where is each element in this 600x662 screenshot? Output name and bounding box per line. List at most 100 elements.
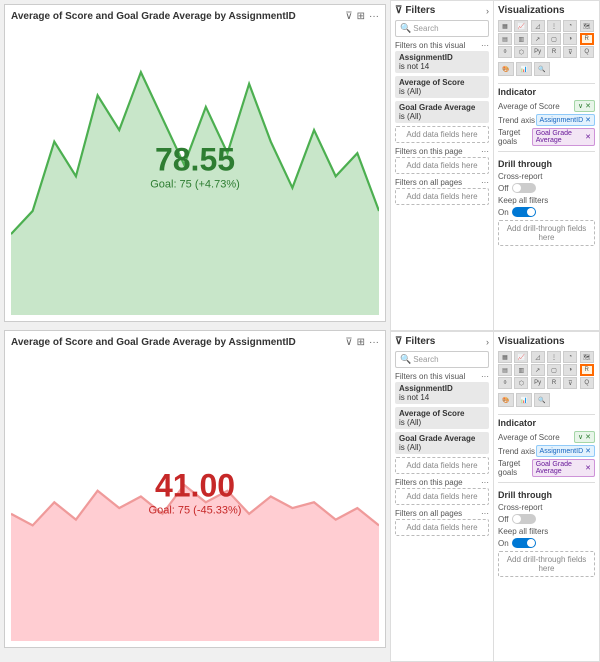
viz-analytics-icon-b[interactable]: 📊 (516, 393, 532, 407)
viz-icon-custom1[interactable]: ⬡ (514, 46, 528, 58)
viz-icon-custom1-b[interactable]: ⬡ (514, 377, 528, 389)
toggle-row-keep-top: On (498, 207, 595, 217)
field2-value-top[interactable]: AssignmentID ✕ (536, 114, 595, 126)
viz-field-row-2-top: Trend axis AssignmentID ✕ (498, 114, 595, 126)
filter-2-name-top: Average of Score (399, 78, 485, 87)
filters-on-page-label-bottom: Filters on this page ··· (395, 478, 489, 487)
expand-filters-icon-b[interactable]: › (486, 337, 489, 347)
viz-icon-custom3-b[interactable]: R (547, 377, 561, 389)
filter-item-2-top[interactable]: Average of Score is (All) (395, 76, 489, 98)
filters-header-icons-bottom: › (486, 337, 489, 347)
expand-icon-b[interactable]: ⊞ (357, 337, 365, 348)
viz-icon-matrix[interactable]: ▥ (514, 33, 528, 45)
expand-icon[interactable]: ⊞ (357, 11, 365, 22)
add-data-btn-3-bottom[interactable]: Add data fields here (395, 519, 489, 536)
add-data-btn-2-bottom[interactable]: Add data fields here (395, 488, 489, 505)
viz-icon-filter-icon[interactable]: ⊽ (563, 46, 577, 58)
filter-3-name-top: Goal Grade Average (399, 103, 485, 112)
viz-icon-bar[interactable]: ▦ (498, 20, 512, 32)
viz-icon-pie-b[interactable]: ◔ (563, 351, 577, 363)
filter-item-2-bottom[interactable]: Average of Score is (All) (395, 407, 489, 429)
viz-icon-bar-b[interactable]: ▦ (498, 351, 512, 363)
field2-label-bottom: Trend axis (498, 447, 535, 456)
viz-icon-area[interactable]: ◿ (531, 20, 545, 32)
cross-report-toggle-bottom[interactable] (512, 514, 536, 524)
viz-divider-top (498, 83, 595, 84)
field2-value-bottom[interactable]: AssignmentID ✕ (536, 445, 595, 457)
viz-icon-pie[interactable]: ◔ (563, 20, 577, 32)
viz-icon-qa[interactable]: Q (580, 46, 594, 58)
keep-filters-toggle-bottom[interactable] (512, 538, 536, 548)
cross-report-toggle-top[interactable] (512, 183, 536, 193)
viz-search-icon[interactable]: 🔍 (534, 62, 550, 76)
viz-icon-funnel-b[interactable]: ⌽ (498, 377, 512, 389)
viz-format-icon[interactable]: 🎨 (498, 62, 514, 76)
filter-3-name-bottom: Goal Grade Average (399, 434, 485, 443)
viz-icon-table-b[interactable]: ▤ (498, 364, 512, 376)
chart-top-header: Average of Score and Goal Grade Average … (11, 11, 379, 22)
viz-icon-matrix-b[interactable]: ▥ (514, 364, 528, 376)
filters-on-all-label-bottom: Filters on all pages ··· (395, 509, 489, 518)
filter-icon-b[interactable]: ⊽ (345, 337, 352, 348)
viz-icon-card-b[interactable]: ▢ (547, 364, 561, 376)
more-icon-b[interactable]: ··· (369, 337, 379, 348)
viz-icon-custom3[interactable]: R (547, 46, 561, 58)
filter-item-3-top[interactable]: Goal Grade Average is (All) (395, 101, 489, 123)
field1-value-top[interactable]: ∨ ✕ (574, 100, 595, 112)
viz-icon-funnel[interactable]: ⌽ (498, 46, 512, 58)
viz-icon-kpi[interactable]: ↗ (531, 33, 545, 45)
viz-icon-line-b[interactable]: 📈 (514, 351, 528, 363)
viz-icon-qa-b[interactable]: Q (580, 377, 594, 389)
viz-icon-line[interactable]: 📈 (514, 20, 528, 32)
indicator-label-bottom: Indicator (498, 418, 595, 428)
viz-icon-table[interactable]: ▤ (498, 33, 512, 45)
viz-icon-map-b[interactable]: 🗺 (580, 351, 594, 363)
filters-on-visual-label-bottom: Filters on this visual ··· (395, 372, 489, 381)
viz-icon-gauge[interactable]: ◑ (563, 33, 577, 45)
viz-divider-bottom (498, 414, 595, 415)
viz-icon-filter-b[interactable]: ⊽ (563, 377, 577, 389)
viz-icon-gauge-b[interactable]: ◑ (563, 364, 577, 376)
viz-format-icon-b[interactable]: 🎨 (498, 393, 514, 407)
viz-search-icon-b[interactable]: 🔍 (534, 393, 550, 407)
indicator-label-top: Indicator (498, 87, 595, 97)
viz-icon-custom2-b[interactable]: Py (531, 377, 545, 389)
viz-title-bottom: Visualizations (498, 336, 595, 347)
panel-bottom-right: ⊽ Filters › 🔍 Search Filters on this vis… (390, 331, 600, 662)
add-data-btn-1-top[interactable]: Add data fields here (395, 126, 489, 143)
keep-filters-toggle-top[interactable] (512, 207, 536, 217)
filter-item-3-bottom[interactable]: Goal Grade Average is (All) (395, 432, 489, 454)
more-icon[interactable]: ··· (369, 11, 379, 22)
filters-title-bottom: ⊽ Filters (395, 336, 435, 347)
add-data-btn-2-top[interactable]: Add data fields here (395, 157, 489, 174)
add-drill-btn-bottom[interactable]: Add drill-through fields here (498, 551, 595, 577)
field3-value-bottom[interactable]: Goal Grade Average ✕ (532, 459, 595, 477)
filters-panel-top: ⊽ Filters › 🔍 Search Filters on this vis… (390, 0, 494, 331)
viz-field-row-1-bottom: Average of Score ∨ ✕ (498, 431, 595, 443)
filter-icon[interactable]: ⊽ (345, 11, 352, 22)
filters-search-bottom[interactable]: 🔍 Search (395, 351, 489, 368)
viz-icon-scatter[interactable]: ⋮ (547, 20, 561, 32)
add-data-btn-3-top[interactable]: Add data fields here (395, 188, 489, 205)
field3-value-top[interactable]: Goal Grade Average ✕ (532, 128, 595, 146)
viz-icon-indicator[interactable]: R (580, 33, 594, 45)
viz-icon-kpi-b[interactable]: ↗ (531, 364, 545, 376)
viz-icon-map[interactable]: 🗺 (580, 20, 594, 32)
add-data-btn-1-bottom[interactable]: Add data fields here (395, 457, 489, 474)
filters-search-top[interactable]: 🔍 Search (395, 20, 489, 37)
filter-item-1-top[interactable]: AssignmentID is not 14 (395, 51, 489, 73)
drill-section-bottom: Drill through Cross-report Off Keep all … (498, 490, 595, 577)
field1-value-bottom[interactable]: ∨ ✕ (574, 431, 595, 443)
toggle-knob-keep-top (527, 208, 535, 216)
viz-icon-custom2[interactable]: Py (531, 46, 545, 58)
viz-icon-card[interactable]: ▢ (547, 33, 561, 45)
viz-icon-area-b[interactable]: ◿ (531, 351, 545, 363)
viz-icon-indicator-b[interactable]: R (580, 364, 594, 376)
expand-filters-icon[interactable]: › (486, 6, 489, 16)
chart-top-title: Average of Score and Goal Grade Average … (11, 11, 296, 22)
chart-bottom: Average of Score and Goal Grade Average … (4, 330, 386, 648)
filter-item-1-bottom[interactable]: AssignmentID is not 14 (395, 382, 489, 404)
viz-icon-scatter-b[interactable]: ⋮ (547, 351, 561, 363)
add-drill-btn-top[interactable]: Add drill-through fields here (498, 220, 595, 246)
viz-analytics-icon[interactable]: 📊 (516, 62, 532, 76)
